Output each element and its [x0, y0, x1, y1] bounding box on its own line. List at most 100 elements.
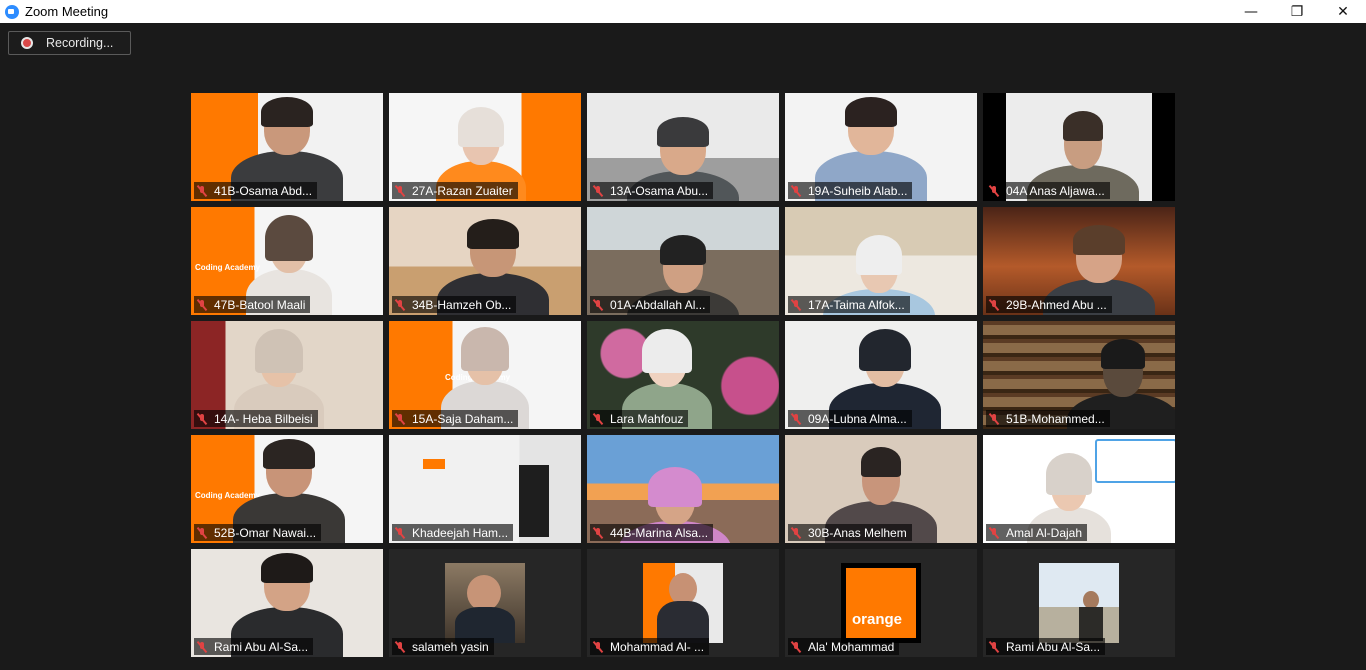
muted-mic-icon: [592, 185, 604, 197]
video-tile[interactable]: 17A-Taima Alfok...: [785, 207, 977, 315]
monitor-stand: [519, 465, 549, 537]
video-tile[interactable]: 44B-Marina Alsa...: [587, 435, 779, 543]
profile-picture: [1039, 563, 1119, 643]
participant-nameplate: 14A- Heba Bilbeisi: [194, 410, 318, 427]
title-bar: Zoom Meeting — ❐ ✕: [0, 0, 1366, 23]
participant-nameplate: 34B-Hamzeh Ob...: [392, 296, 517, 313]
video-tile[interactable]: Coding Academy 47B-Batool Maali: [191, 207, 383, 315]
muted-mic-icon: [196, 185, 208, 197]
video-tile[interactable]: 19A-Suheib Alab...: [785, 93, 977, 201]
video-tile[interactable]: Rami Abu Al-Sa...: [191, 549, 383, 657]
participant-nameplate: Mohammad Al- ...: [590, 638, 710, 655]
participant-nameplate: 15A-Saja Daham...: [392, 410, 519, 427]
video-tile[interactable]: Amal Al-Dajah: [983, 435, 1175, 543]
video-tile[interactable]: 01A-Abdallah Al...: [587, 207, 779, 315]
video-tile[interactable]: 14A- Heba Bilbeisi: [191, 321, 383, 429]
profile-picture: orange: [841, 563, 921, 643]
participant-name: 52B-Omar Nawai...: [214, 525, 317, 540]
participant-name: Amal Al-Dajah: [1006, 525, 1083, 540]
video-tile[interactable]: 51B-Mohammed...: [983, 321, 1175, 429]
participant-name: Rami Abu Al-Sa...: [1006, 639, 1101, 654]
orange-logo: orange: [846, 568, 916, 638]
participant-name: 41B-Osama Abd...: [214, 183, 313, 198]
muted-mic-icon: [196, 527, 208, 539]
participant-name: Mohammad Al- ...: [610, 639, 705, 654]
zoom-app-icon: [5, 4, 19, 19]
participant-nameplate: 04A Anas Aljawa...: [986, 182, 1110, 199]
participant-nameplate: 52B-Omar Nawai...: [194, 524, 322, 541]
participant-nameplate: 47B-Batool Maali: [194, 296, 311, 313]
muted-mic-icon: [988, 185, 1000, 197]
participant-name: 30B-Anas Melhem: [808, 525, 907, 540]
video-tile[interactable]: Coding Academy 52B-Omar Nawai...: [191, 435, 383, 543]
muted-mic-icon: [394, 185, 406, 197]
video-tile[interactable]: Coding Academy 15A-Saja Daham...: [389, 321, 581, 429]
video-tile[interactable]: orange Ala' Mohammad: [785, 549, 977, 657]
muted-mic-icon: [790, 527, 802, 539]
video-tile[interactable]: Khadeejah Ham...: [389, 435, 581, 543]
muted-mic-icon: [394, 413, 406, 425]
muted-mic-icon: [592, 641, 604, 653]
participant-nameplate: 09A-Lubna Alma...: [788, 410, 912, 427]
participant-nameplate: 19A-Suheib Alab...: [788, 182, 913, 199]
video-tile[interactable]: 29B-Ahmed Abu ...: [983, 207, 1175, 315]
participant-name: 15A-Saja Daham...: [412, 411, 514, 426]
video-tile[interactable]: 09A-Lubna Alma...: [785, 321, 977, 429]
participant-nameplate: 17A-Taima Alfok...: [788, 296, 910, 313]
muted-mic-icon: [790, 185, 802, 197]
participant-nameplate: salameh yasin: [392, 638, 494, 655]
muted-mic-icon: [988, 527, 1000, 539]
participant-name: 19A-Suheib Alab...: [808, 183, 908, 198]
participant-nameplate: 44B-Marina Alsa...: [590, 524, 714, 541]
muted-mic-icon: [790, 413, 802, 425]
participant-name: 01A-Abdallah Al...: [610, 297, 706, 312]
participant-nameplate: 51B-Mohammed...: [986, 410, 1110, 427]
participant-name: 27A-Razan Zuaiter: [412, 183, 513, 198]
participant-nameplate: Amal Al-Dajah: [986, 524, 1088, 541]
participant-nameplate: Lara Mahfouz: [590, 410, 689, 427]
video-tile[interactable]: salameh yasin: [389, 549, 581, 657]
video-tile[interactable]: 34B-Hamzeh Ob...: [389, 207, 581, 315]
muted-mic-icon: [988, 641, 1000, 653]
video-tile[interactable]: Mohammad Al- ...: [587, 549, 779, 657]
participant-nameplate: 27A-Razan Zuaiter: [392, 182, 518, 199]
muted-mic-icon: [196, 413, 208, 425]
participant-name: 44B-Marina Alsa...: [610, 525, 709, 540]
video-tile[interactable]: Lara Mahfouz: [587, 321, 779, 429]
participant-nameplate: 29B-Ahmed Abu ...: [986, 296, 1112, 313]
participant-name: Ala' Mohammad: [808, 639, 895, 654]
muted-mic-icon: [394, 641, 406, 653]
recording-button[interactable]: Recording...: [8, 31, 131, 55]
participant-name: Rami Abu Al-Sa...: [214, 639, 309, 654]
video-tile[interactable]: 13A-Osama Abu...: [587, 93, 779, 201]
participant-name: 29B-Ahmed Abu ...: [1006, 297, 1107, 312]
muted-mic-icon: [394, 299, 406, 311]
participant-name: 14A- Heba Bilbeisi: [214, 411, 313, 426]
video-tile[interactable]: 27A-Razan Zuaiter: [389, 93, 581, 201]
participant-nameplate: Rami Abu Al-Sa...: [986, 638, 1106, 655]
muted-mic-icon: [394, 527, 406, 539]
participant-nameplate: Rami Abu Al-Sa...: [194, 638, 314, 655]
orange-logo-text: orange: [852, 611, 903, 628]
participant-name: Lara Mahfouz: [610, 411, 684, 426]
participant-name: 17A-Taima Alfok...: [808, 297, 905, 312]
muted-mic-icon: [196, 641, 208, 653]
muted-mic-icon: [196, 299, 208, 311]
window-controls: — ❐ ✕: [1228, 0, 1366, 23]
muted-mic-icon: [988, 413, 1000, 425]
participant-nameplate: 13A-Osama Abu...: [590, 182, 714, 199]
minimize-button[interactable]: —: [1228, 0, 1274, 23]
profile-picture: [643, 563, 723, 643]
video-tile[interactable]: 41B-Osama Abd...: [191, 93, 383, 201]
restore-button[interactable]: ❐: [1274, 0, 1320, 23]
video-tile[interactable]: 04A Anas Aljawa...: [983, 93, 1175, 201]
muted-mic-icon: [592, 299, 604, 311]
participant-name: 04A Anas Aljawa...: [1006, 183, 1105, 198]
participant-name: 34B-Hamzeh Ob...: [412, 297, 512, 312]
video-tile[interactable]: 30B-Anas Melhem: [785, 435, 977, 543]
close-button[interactable]: ✕: [1320, 0, 1366, 23]
muted-mic-icon: [988, 299, 1000, 311]
participant-name: 09A-Lubna Alma...: [808, 411, 907, 426]
video-tile[interactable]: Rami Abu Al-Sa...: [983, 549, 1175, 657]
muted-mic-icon: [592, 413, 604, 425]
